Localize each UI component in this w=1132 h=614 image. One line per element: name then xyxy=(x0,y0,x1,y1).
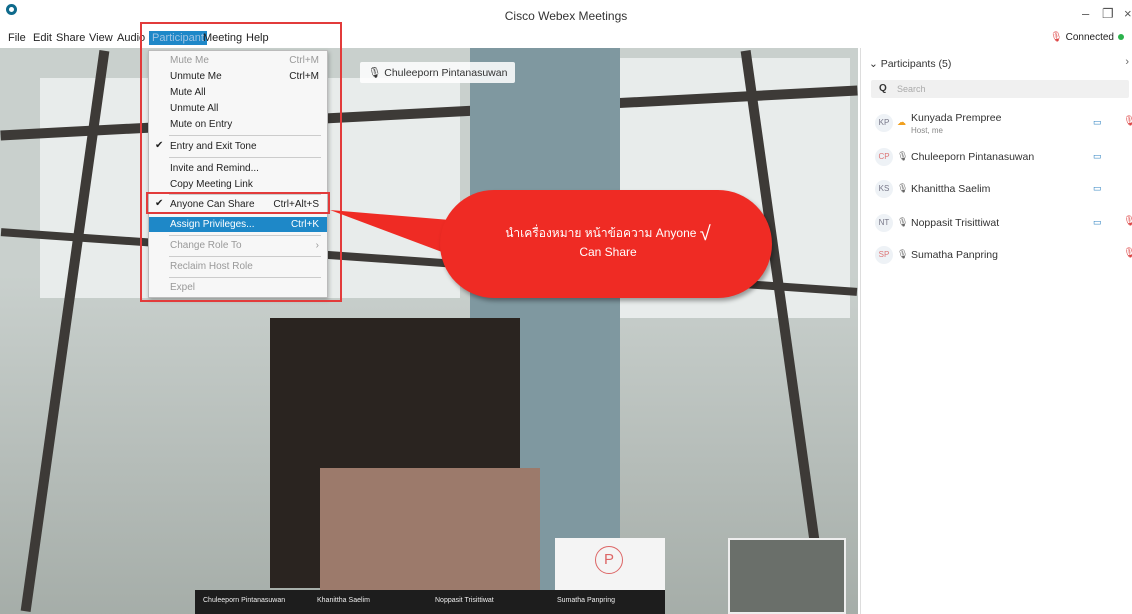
participant-tile[interactable]: P xyxy=(555,538,665,590)
participants-panel: ⌄ Participants (5) › Q Search KP ☁ Kunya… xyxy=(860,48,1132,614)
menu-item-invite-remind[interactable]: Invite and Remind... xyxy=(149,161,327,176)
menu-item-mute-on-entry[interactable]: Mute on Entry xyxy=(149,117,327,132)
menu-item-expel[interactable]: Expel xyxy=(149,280,327,295)
menu-item-mute-me[interactable]: Mute Me Ctrl+M xyxy=(149,53,327,68)
menu-item-unmute-all[interactable]: Unmute All xyxy=(149,101,327,116)
menu-help[interactable]: Help xyxy=(246,32,269,44)
window-title: Cisco Webex Meetings xyxy=(504,9,628,23)
checkmark-icon: √ xyxy=(699,222,711,245)
status-dot xyxy=(1118,34,1124,41)
menu-separator xyxy=(169,235,321,236)
avatar: CP xyxy=(875,148,893,166)
avatar: KP xyxy=(875,114,893,132)
video-camera-icon[interactable]: ▭ xyxy=(1093,217,1102,228)
mic-icon: 🎙︎ xyxy=(897,183,909,193)
mic-muted-icon[interactable]: 🎙 xyxy=(1123,216,1132,227)
mic-icon: 🎙︎ xyxy=(897,151,909,161)
menu-separator xyxy=(169,135,321,136)
host-icon: ☁ xyxy=(897,117,906,127)
menu-participant[interactable]: Participant xyxy=(149,31,207,45)
menu-separator xyxy=(169,256,321,257)
mic-icon: 🎙︎ xyxy=(897,249,909,259)
menu-item-unmute-me[interactable]: Unmute Me Ctrl+M xyxy=(149,69,327,84)
video-camera-icon[interactable]: ▭ xyxy=(1093,183,1102,194)
menu-view[interactable]: View xyxy=(89,32,113,44)
video-camera-icon[interactable]: ▭ xyxy=(1093,151,1102,162)
active-speaker-label: 🎙︎ Chuleeporn Pintanasuwan xyxy=(360,62,516,83)
menu-audio[interactable]: Audio xyxy=(117,32,145,44)
participant-row[interactable]: SP 🎙︎ Sumatha Panpring 🎙 xyxy=(871,240,1132,270)
menu-separator xyxy=(169,277,321,278)
thumbnail-name[interactable]: Noppasit Trisittiwat xyxy=(435,597,494,604)
avatar: SP xyxy=(875,246,893,264)
connection-status: 🎙 Connected xyxy=(1050,32,1124,43)
participant-row[interactable]: NT 🎙︎ Noppasit Trisittiwat ▭ 🎙 xyxy=(871,208,1132,238)
thumbnail-name[interactable]: Chuleeporn Pintanasuwan xyxy=(203,597,285,604)
avatar: KS xyxy=(875,180,893,198)
close-icon[interactable]: × xyxy=(1124,6,1132,21)
self-view[interactable] xyxy=(728,538,846,614)
participant-search-input[interactable]: Q Search xyxy=(871,80,1129,98)
menu-meeting[interactable]: Meeting xyxy=(203,32,242,44)
callout-tail xyxy=(330,210,450,255)
menu-item-entry-exit-tone[interactable]: ✔ Entry and Exit Tone xyxy=(149,139,327,154)
participant-row[interactable]: CP 🎙︎ Chuleeporn Pintanasuwan ▭ xyxy=(871,142,1132,172)
participant-row[interactable]: KS 🎙︎ Khanittha Saelim ▭ xyxy=(871,174,1132,204)
thumbnail-strip: Chuleeporn Pintanasuwan Khanittha Saelim… xyxy=(195,590,665,614)
thumbnail-name[interactable]: Khanittha Saelim xyxy=(317,597,370,604)
menu-item-reclaim-host[interactable]: Reclaim Host Role xyxy=(149,259,327,274)
mic-muted-icon[interactable]: 🎙 xyxy=(1123,116,1132,127)
video-area: 🎙︎ Chuleeporn Pintanasuwan P Chuleeporn … xyxy=(0,48,858,614)
menu-item-mute-all[interactable]: Mute All xyxy=(149,85,327,100)
menu-item-change-role[interactable]: Change Role To › xyxy=(149,238,327,253)
chevron-down-icon: ⌄ xyxy=(869,58,881,70)
menu-separator xyxy=(169,194,321,195)
menu-file[interactable]: File xyxy=(8,32,26,44)
restore-icon[interactable]: ❐ xyxy=(1102,6,1114,22)
menu-share[interactable]: Share xyxy=(56,32,85,44)
check-icon: ✔ xyxy=(155,140,164,151)
menu-bar: File Edit Share View Audio Participant M… xyxy=(0,30,860,48)
participant-menu: Mute Me Ctrl+M Unmute Me Ctrl+M Mute All U… xyxy=(148,50,328,298)
menu-item-anyone-can-share[interactable]: ✔ Anyone Can Share Ctrl+Alt+S xyxy=(149,197,327,212)
close-panel-icon[interactable]: › xyxy=(1125,56,1129,68)
minimize-icon[interactable]: – xyxy=(1082,6,1089,21)
participants-header[interactable]: ⌄ Participants (5) xyxy=(869,58,951,70)
callout-text: นำเครื่องหมาย หน้าข้อความ Anyone √ Can S… xyxy=(505,222,711,259)
menu-edit[interactable]: Edit xyxy=(33,32,52,44)
thumbnail-name[interactable]: Sumatha Panpring xyxy=(557,597,615,604)
avatar: P xyxy=(595,546,623,574)
search-icon: Q xyxy=(879,83,887,94)
video-camera-icon[interactable]: ▭ xyxy=(1093,117,1102,128)
menu-item-copy-link[interactable]: Copy Meeting Link xyxy=(149,177,327,192)
speaker-mic-icon: 🎙︎ xyxy=(368,67,385,79)
mic-muted-icon: 🎙 xyxy=(1049,32,1063,43)
mic-icon: 🎙︎ xyxy=(897,217,909,227)
participant-row[interactable]: KP ☁ Kunyada Prempree Host, me ▭ 🎙 xyxy=(871,108,1132,138)
menu-separator xyxy=(169,157,321,158)
mic-muted-icon[interactable]: 🎙 xyxy=(1123,248,1132,259)
check-icon: ✔ xyxy=(155,198,164,209)
avatar: NT xyxy=(875,214,893,232)
menu-item-assign-privileges[interactable]: Assign Privileges... Ctrl+K xyxy=(149,217,327,232)
title-bar: Cisco Webex Meetings – ❐ × xyxy=(0,0,1132,30)
